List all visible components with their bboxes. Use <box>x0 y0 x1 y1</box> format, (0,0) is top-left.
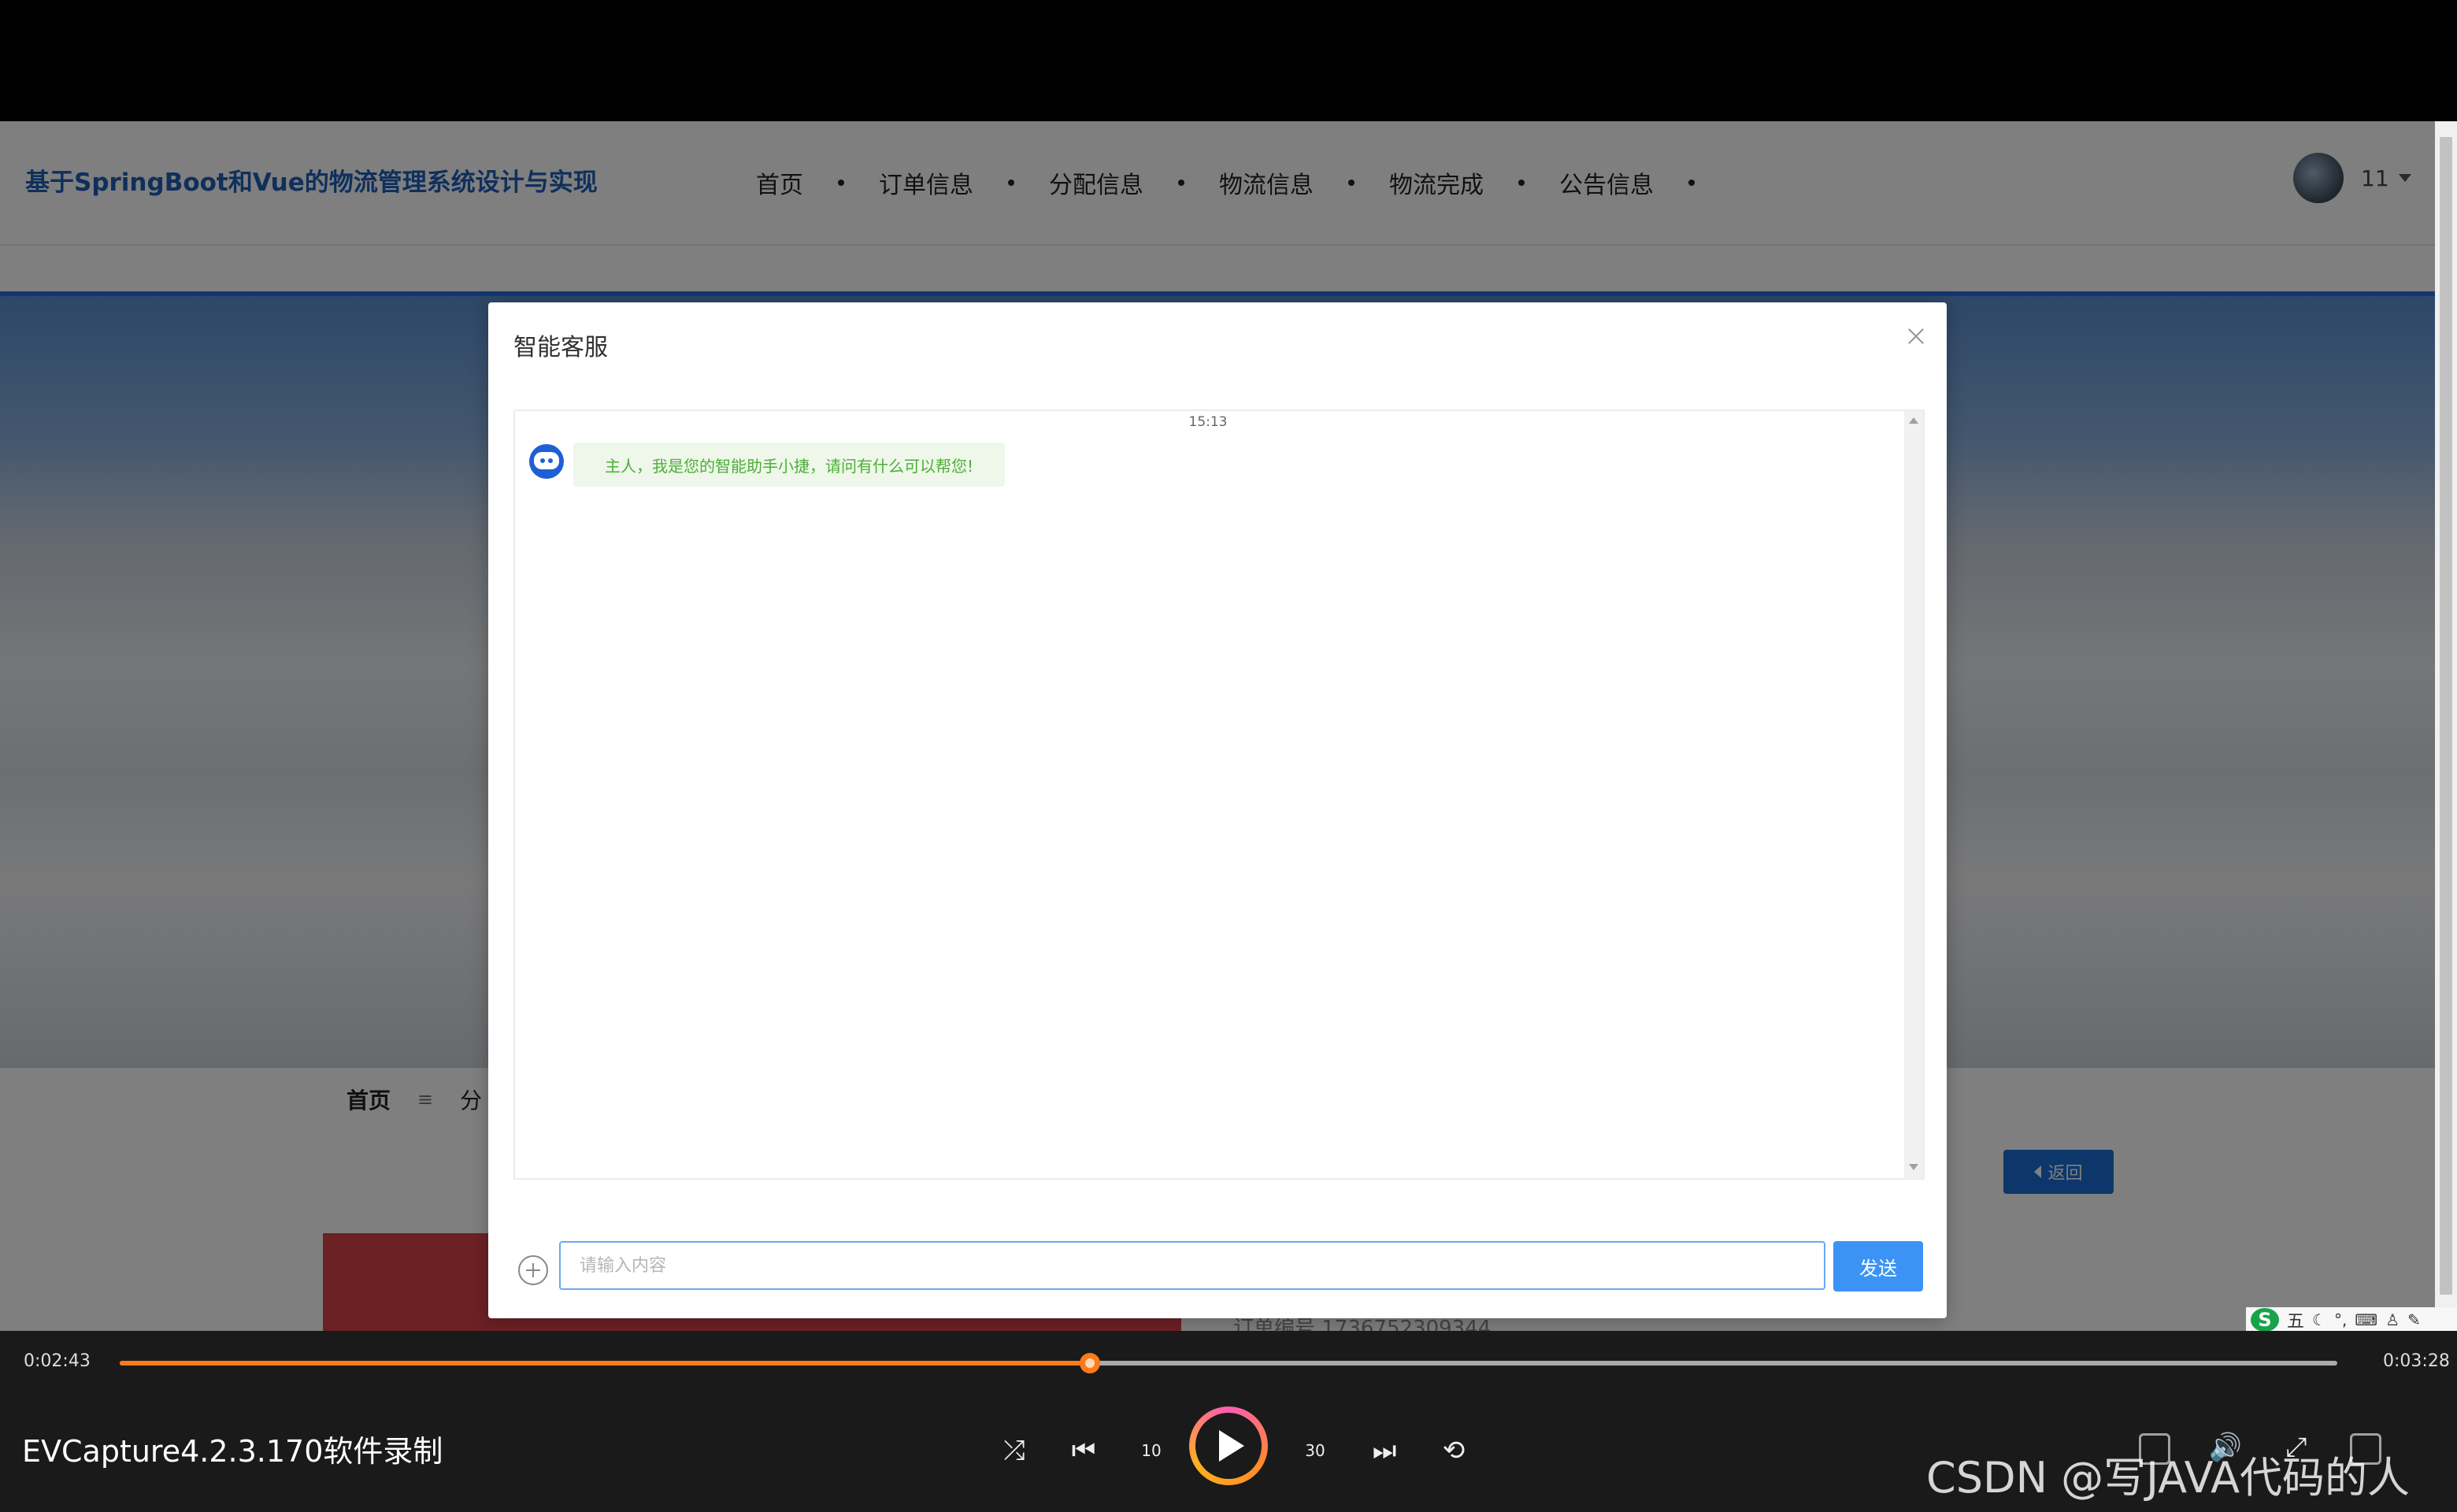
ime-mode[interactable]: 五 <box>2287 1307 2304 1332</box>
forward-30-icon[interactable]: 30 <box>1295 1430 1336 1471</box>
video-player-bar: 0:02:43 0:03:28 EVCapture4.2.3.170软件录制 ⤮… <box>0 1331 2457 1512</box>
seek-bar[interactable] <box>120 1353 2337 1373</box>
window-scrollbar-thumb[interactable] <box>2440 137 2452 1295</box>
repeat-icon[interactable]: ⟲ <box>1433 1430 1474 1471</box>
play-icon <box>1219 1430 1244 1462</box>
close-icon[interactable] <box>1904 324 1928 348</box>
chat-dialog: 智能客服 15:13 主人，我是您的智能助手小捷，请问有什么可以帮您! 发送 <box>488 302 1947 1318</box>
user-icon[interactable]: ♙ <box>2385 1310 2400 1329</box>
rewind-seconds: 10 <box>1141 1441 1162 1460</box>
chat-message-list[interactable]: 15:13 主人，我是您的智能助手小捷，请问有什么可以帮您! <box>513 410 1925 1180</box>
sogou-logo-icon[interactable]: S <box>2251 1308 2279 1332</box>
robot-eye <box>540 458 545 463</box>
robot-avatar-icon <box>529 444 564 479</box>
next-icon[interactable]: ⏭ <box>1364 1430 1405 1471</box>
play-button[interactable] <box>1189 1406 1268 1485</box>
keyboard-icon[interactable]: ⌨ <box>2355 1310 2377 1329</box>
previous-icon[interactable]: ⏮ <box>1063 1430 1104 1471</box>
message-input[interactable] <box>559 1241 1825 1290</box>
send-button[interactable]: 发送 <box>1833 1241 1923 1292</box>
seek-handle-center <box>1085 1358 1095 1368</box>
window-scrollbar[interactable] <box>2435 121 2457 1331</box>
total-time: 0:03:28 <box>2383 1351 2450 1371</box>
play-button-inner <box>1195 1413 1262 1479</box>
message-timestamp: 15:13 <box>1188 414 1228 430</box>
seek-bar-progress <box>120 1361 1090 1366</box>
robot-face <box>534 452 559 469</box>
punctuation-icon[interactable]: °, <box>2334 1310 2347 1329</box>
wrench-icon[interactable]: ✎ <box>2407 1310 2421 1329</box>
rewind-10-icon[interactable]: 10 <box>1131 1430 1172 1471</box>
recorder-label: EVCapture4.2.3.170软件录制 <box>22 1434 443 1469</box>
chat-scrollbar[interactable] <box>1904 411 1923 1178</box>
current-time: 0:02:43 <box>24 1351 91 1371</box>
scroll-down-icon[interactable] <box>1909 1164 1918 1170</box>
ime-toolbar: S 五 ☾ °, ⌨ ♙ ✎ <box>2246 1307 2457 1332</box>
moon-icon[interactable]: ☾ <box>2312 1310 2326 1329</box>
seek-handle[interactable] <box>1080 1353 1100 1373</box>
scroll-up-icon[interactable] <box>1909 417 1918 424</box>
forward-seconds: 30 <box>1305 1441 1325 1460</box>
shuffle-icon[interactable]: ⤮ <box>994 1430 1035 1471</box>
bot-message-bubble: 主人，我是您的智能助手小捷，请问有什么可以帮您! <box>573 443 1006 487</box>
plus-circle-icon[interactable] <box>518 1255 548 1285</box>
robot-eye <box>548 458 553 463</box>
csdn-watermark: CSDN @写JAVA代码的人 <box>1926 1453 2411 1503</box>
dialog-title: 智能客服 <box>513 334 608 361</box>
